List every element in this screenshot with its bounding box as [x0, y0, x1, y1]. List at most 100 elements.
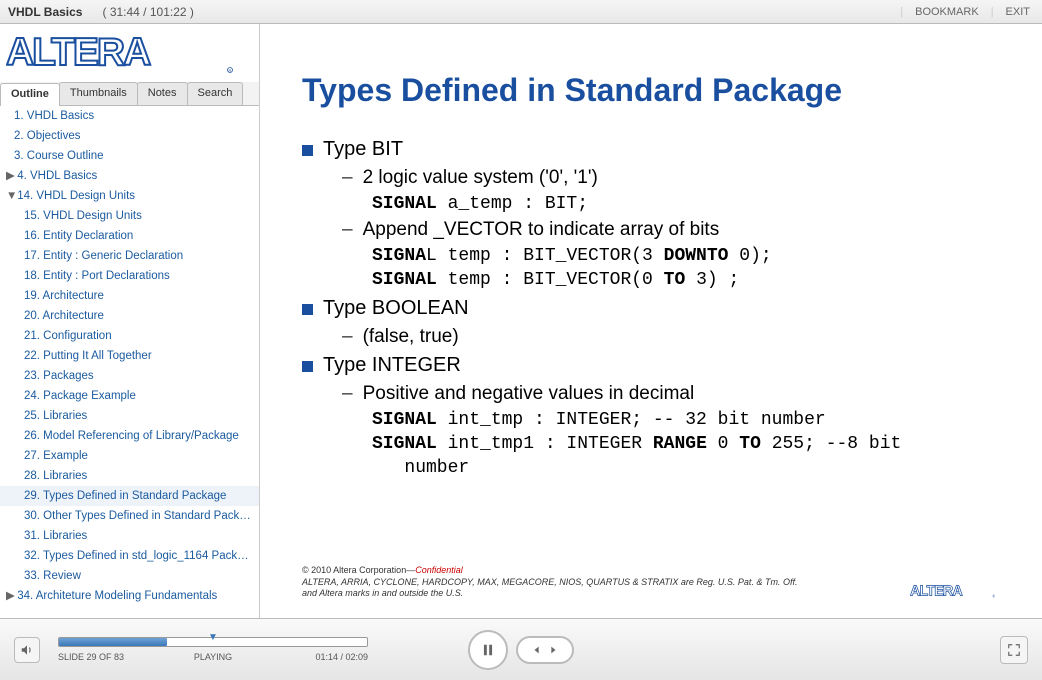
- tab-notes[interactable]: Notes: [137, 82, 188, 105]
- separator: |: [987, 6, 998, 18]
- outline-item[interactable]: 15. VHDL Design Units: [0, 206, 259, 226]
- prev-next-button[interactable]: [516, 636, 574, 664]
- dash-icon: –: [342, 166, 353, 190]
- outline-item-label: 14. VHDL Design Units: [14, 190, 135, 202]
- pause-icon: [481, 643, 495, 657]
- outline-list[interactable]: 1. VHDL Basics2. Objectives3. Course Out…: [0, 106, 259, 618]
- slide-content: Types Defined in Standard Package Type B…: [260, 24, 1042, 618]
- dash-icon: –: [342, 382, 353, 406]
- bullet-text: Type BOOLEAN: [323, 296, 469, 321]
- bullet-text: Type INTEGER: [323, 353, 461, 378]
- dash-icon: –: [342, 218, 353, 242]
- tab-outline[interactable]: Outline: [0, 83, 60, 106]
- playback-controls: ▼ SLIDE 29 OF 83 PLAYING 01:14 / 02:09: [0, 618, 1042, 680]
- tab-search[interactable]: Search: [187, 82, 244, 105]
- outline-item[interactable]: 23. Packages: [0, 366, 259, 386]
- outline-item[interactable]: 22. Putting It All Together: [0, 346, 259, 366]
- outline-item[interactable]: 28. Libraries: [0, 466, 259, 486]
- progress-bar[interactable]: ▼: [58, 637, 368, 647]
- outline-item[interactable]: ▶ 34. Architeture Modeling Fundamentals: [0, 586, 259, 606]
- outline-item[interactable]: 32. Types Defined in std_logic_1164 Pack…: [0, 546, 259, 566]
- code-line: SIGNAL a_temp : BIT;: [372, 192, 1000, 216]
- altera-footer-logo-icon: ALTERA ®: [910, 582, 1000, 600]
- separator: |: [896, 6, 907, 18]
- sub-bullet: – Append _VECTOR to indicate array of bi…: [342, 218, 1000, 242]
- dash-icon: –: [342, 325, 353, 349]
- progress-marker-icon: ▼: [208, 632, 218, 643]
- bullet-type-integer: Type INTEGER: [302, 353, 1000, 378]
- fullscreen-icon: [1007, 643, 1021, 657]
- course-time: ( 31:44 / 101:22 ): [102, 5, 193, 19]
- sub-bullet-text: Positive and negative values in decimal: [363, 382, 695, 406]
- chevron-right-icon: ▶: [6, 166, 14, 186]
- svg-text:ALTERA: ALTERA: [6, 31, 151, 74]
- outline-item[interactable]: 26. Model Referencing of Library/Package: [0, 426, 259, 446]
- tab-thumbnails[interactable]: Thumbnails: [59, 82, 138, 105]
- progress-group: ▼ SLIDE 29 OF 83 PLAYING 01:14 / 02:09: [58, 637, 368, 662]
- slide-body: Type BIT – 2 logic value system ('0', '1…: [302, 133, 1000, 481]
- outline-item[interactable]: 2. Objectives: [0, 126, 259, 146]
- outline-item-label: 34. Architeture Modeling Fundamentals: [14, 590, 217, 602]
- sub-bullet-text: 2 logic value system ('0', '1'): [363, 166, 598, 190]
- progress-fill: [59, 638, 167, 646]
- sub-bullet-text: Append _VECTOR to indicate array of bits: [363, 218, 720, 242]
- outline-item[interactable]: 29. Types Defined in Standard Package: [0, 486, 259, 506]
- outline-item[interactable]: 27. Example: [0, 446, 259, 466]
- outline-item[interactable]: ▼ 14. VHDL Design Units: [0, 186, 259, 206]
- slide-title: Types Defined in Standard Package: [302, 72, 1000, 109]
- outline-item[interactable]: 24. Package Example: [0, 386, 259, 406]
- svg-text:ALTERA: ALTERA: [910, 584, 963, 600]
- volume-button[interactable]: [14, 637, 40, 663]
- sub-bullet: – 2 logic value system ('0', '1'): [342, 166, 1000, 190]
- chevron-down-icon: ▼: [6, 186, 14, 206]
- play-cluster: [468, 630, 574, 670]
- code-line: SIGNAL temp : BIT_VECTOR(3 DOWNTO 0);: [372, 244, 1000, 268]
- prev-icon: [532, 645, 542, 655]
- exit-link[interactable]: EXIT: [1002, 6, 1034, 18]
- outline-item[interactable]: 33. Review: [0, 566, 259, 586]
- clip-time: 01:14 / 02:09: [265, 652, 368, 662]
- outline-item[interactable]: 21. Configuration: [0, 326, 259, 346]
- pause-button[interactable]: [468, 630, 508, 670]
- bullet-square-icon: [302, 304, 313, 315]
- outline-item[interactable]: 19. Architecture: [0, 286, 259, 306]
- outline-item[interactable]: ▶ 4. VHDL Basics: [0, 166, 259, 186]
- svg-text:®: ®: [992, 594, 995, 598]
- code-line: SIGNAL int_tmp : INTEGER; -- 32 bit numb…: [372, 408, 1000, 432]
- outline-item[interactable]: 18. Entity : Port Declarations: [0, 266, 259, 286]
- fullscreen-button[interactable]: [1000, 636, 1028, 664]
- outline-item[interactable]: 3. Course Outline: [0, 146, 259, 166]
- chevron-right-icon: ▶: [6, 586, 14, 606]
- brand-logo: ALTERA R: [0, 24, 259, 82]
- next-icon: [548, 645, 558, 655]
- bullet-square-icon: [302, 145, 313, 156]
- sub-bullet: – (false, true): [342, 325, 1000, 349]
- slide-counter: SLIDE 29 OF 83: [58, 652, 161, 662]
- slide-area: Types Defined in Standard Package Type B…: [260, 24, 1042, 618]
- bookmark-link[interactable]: BOOKMARK: [911, 6, 983, 18]
- progress-labels: SLIDE 29 OF 83 PLAYING 01:14 / 02:09: [58, 652, 368, 662]
- bullet-type-boolean: Type BOOLEAN: [302, 296, 1000, 321]
- outline-item[interactable]: 30. Other Types Defined in Standard Pack…: [0, 506, 259, 526]
- outline-item[interactable]: 1. VHDL Basics: [0, 106, 259, 126]
- bullet-square-icon: [302, 361, 313, 372]
- trademark-line: ALTERA, ARRIA, CYCLONE, HARDCOPY, MAX, M…: [302, 577, 1000, 600]
- code-line: SIGNAL int_tmp1 : INTEGER RANGE 0 TO 255…: [372, 432, 1000, 481]
- outline-item[interactable]: 16. Entity Declaration: [0, 226, 259, 246]
- outline-item[interactable]: 17. Entity : Generic Declaration: [0, 246, 259, 266]
- sub-bullet: – Positive and negative values in decima…: [342, 382, 1000, 406]
- play-status: PLAYING: [161, 652, 264, 662]
- altera-logo-icon: ALTERA R: [6, 28, 236, 80]
- outline-item[interactable]: 31. Libraries: [0, 526, 259, 546]
- main-area: ALTERA R Outline Thumbnails Notes Search…: [0, 24, 1042, 618]
- header-actions: | BOOKMARK | EXIT: [896, 6, 1034, 18]
- outline-item[interactable]: 20. Architecture: [0, 306, 259, 326]
- speaker-icon: [20, 643, 34, 657]
- sidebar: ALTERA R Outline Thumbnails Notes Search…: [0, 24, 260, 618]
- bullet-text: Type BIT: [323, 137, 403, 162]
- bullet-type-bit: Type BIT: [302, 137, 1000, 162]
- slide-footer: © 2010 Altera Corporation—Confidential A…: [302, 565, 1000, 608]
- outline-item[interactable]: 25. Libraries: [0, 406, 259, 426]
- outline-item-label: 4. VHDL Basics: [14, 170, 97, 182]
- svg-text:R: R: [229, 68, 232, 73]
